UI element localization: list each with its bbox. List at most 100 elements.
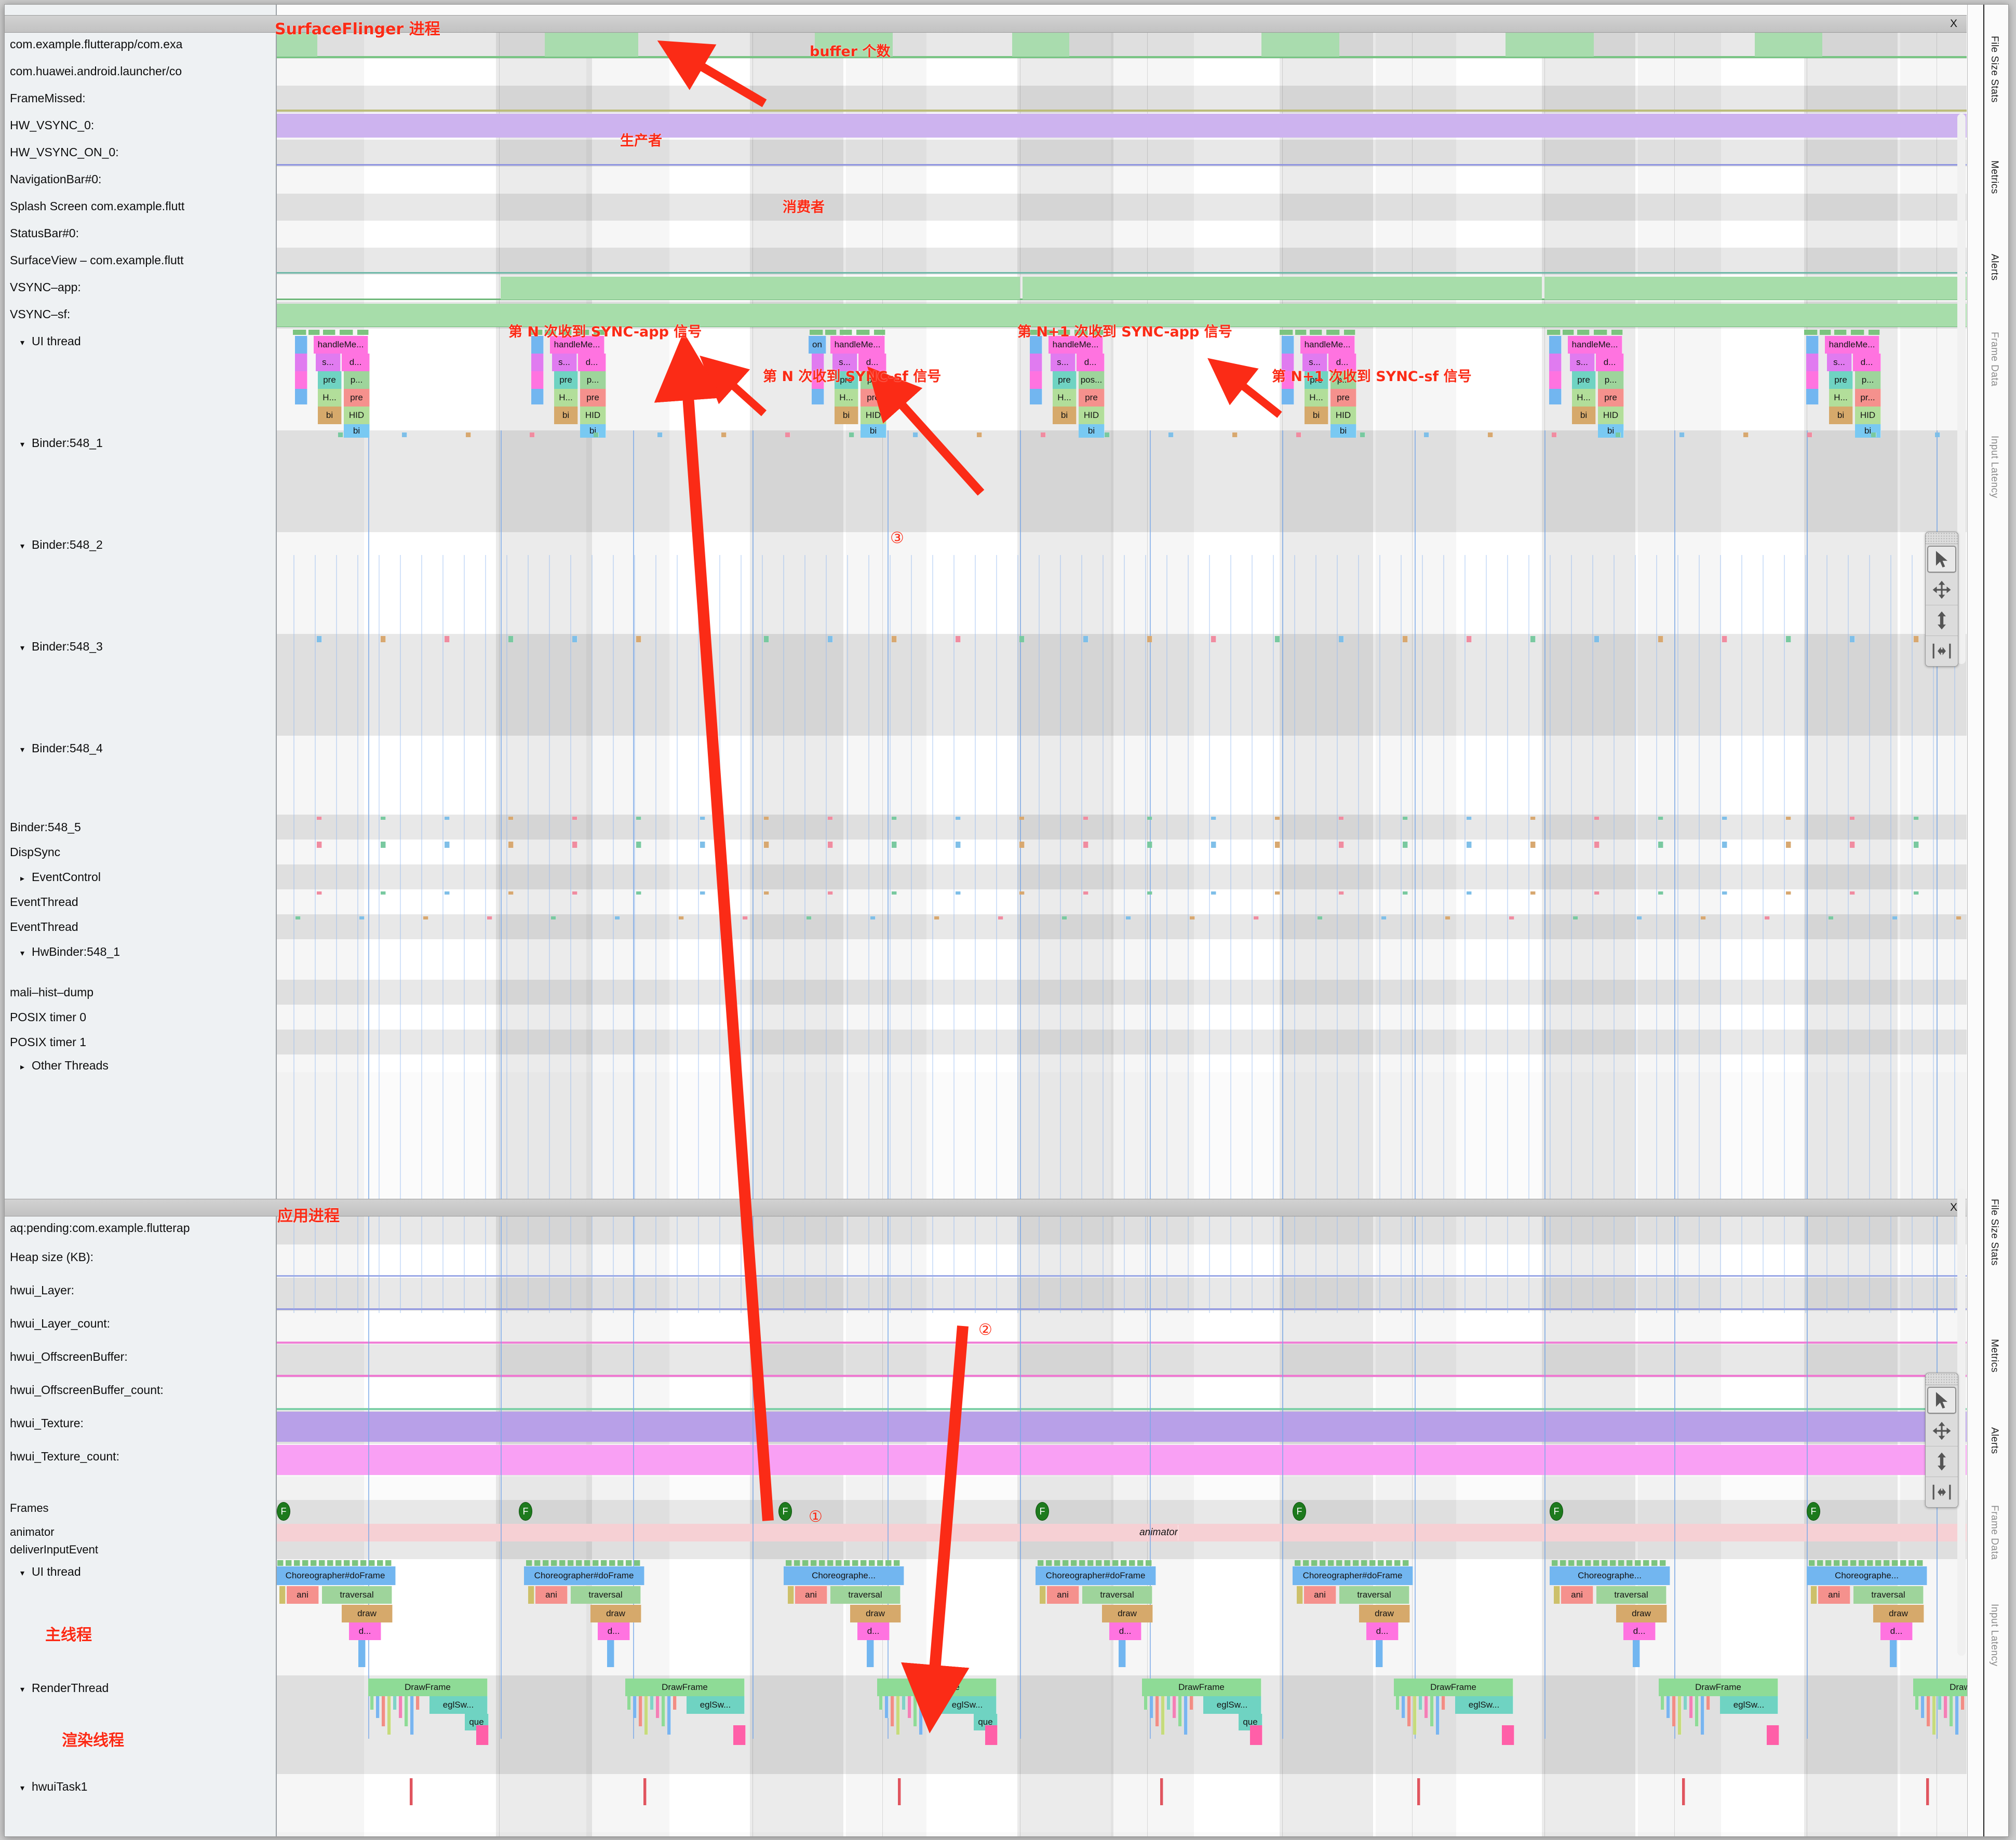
sidebar-app-track-3[interactable]: hwui_Layer_count: bbox=[5, 1313, 275, 1334]
frame-marker-6[interactable]: F bbox=[1807, 1502, 1820, 1521]
sf-ui-burst-5-HID[interactable]: HID bbox=[1598, 407, 1624, 424]
chevron-right-icon[interactable]: ▸ bbox=[20, 1059, 32, 1074]
sf-ui-burst-5-handleMessage[interactable]: handleMe... bbox=[1568, 336, 1622, 354]
sf-ui-burst-4-pre2[interactable]: pre bbox=[1330, 389, 1356, 407]
sf-ui-burst-1-s-blue2[interactable] bbox=[531, 389, 544, 404]
sidebar-track-15[interactable]: ▾Binder:548_4 bbox=[5, 738, 275, 759]
select-tool-bottom[interactable] bbox=[1927, 1387, 1956, 1414]
rail-tab-0[interactable]: File Size Stats bbox=[1988, 36, 2000, 103]
tool-palette-bottom[interactable] bbox=[1925, 1373, 1958, 1508]
rail-tab-3[interactable]: Frame Data bbox=[1988, 332, 2000, 386]
frame-marker-4[interactable]: F bbox=[1293, 1502, 1306, 1521]
render-thread-burst-4-eglswap[interactable]: eglSw... bbox=[1455, 1696, 1513, 1714]
sf-ui-burst-2-pre2[interactable]: pre bbox=[861, 389, 886, 407]
sidebar-track-17[interactable]: DispSync bbox=[5, 842, 275, 862]
sidebar-track-19[interactable]: EventThread bbox=[5, 891, 275, 912]
timeline-canvas[interactable]: XXhandleMe...s...d...prep...H...prebiHID… bbox=[5, 5, 2008, 1836]
sf-ui-burst-6-p[interactable]: p... bbox=[1855, 371, 1881, 389]
render-thread-burst-0-eglswap[interactable]: eglSw... bbox=[429, 1696, 488, 1714]
app-ui-burst-5-animation[interactable]: ani bbox=[1561, 1586, 1593, 1604]
app-ui-burst-4-choreographer[interactable]: Choreographer#doFrame bbox=[1293, 1566, 1413, 1585]
sf-ui-burst-6-s-violet[interactable] bbox=[1806, 354, 1819, 371]
sf-ui-burst-3-bi2[interactable]: bi bbox=[1079, 424, 1105, 438]
render-thread-burst-2-drawframe[interactable]: DrawFrame bbox=[877, 1679, 997, 1696]
chevron-down-icon[interactable]: ▾ bbox=[20, 1680, 32, 1698]
sf-ui-burst-5-d[interactable]: d... bbox=[1596, 354, 1624, 371]
sf-ui-burst-5-s[interactable]: s... bbox=[1570, 354, 1595, 371]
sidebar-track-20[interactable]: EventThread bbox=[5, 916, 275, 937]
app-ui-burst-6-d[interactable]: d... bbox=[1880, 1622, 1913, 1640]
app-ui-burst-5-choreographer[interactable]: Choreographe... bbox=[1550, 1566, 1670, 1585]
sf-ui-burst-6-pre[interactable]: pre bbox=[1829, 371, 1853, 389]
tool-palette-top[interactable] bbox=[1925, 532, 1958, 667]
sidebar-track-3[interactable]: HW_VSYNC_0: bbox=[5, 115, 275, 136]
horizontal-zoom-tool-top[interactable] bbox=[1926, 636, 1958, 666]
rail-tab-lower-0[interactable]: File Size Stats bbox=[1988, 1199, 2000, 1266]
sf-ui-burst-4-bi2[interactable]: bi bbox=[1330, 424, 1356, 438]
sf-ui-burst-0-pre2[interactable]: pre bbox=[344, 389, 370, 407]
app-ui-burst-5-d[interactable]: d... bbox=[1623, 1622, 1656, 1640]
frame-marker-2[interactable]: F bbox=[778, 1502, 792, 1521]
render-thread-burst-4-drawframe[interactable]: DrawFrame bbox=[1394, 1679, 1513, 1696]
sf-ui-burst-3-bi[interactable]: bi bbox=[1053, 407, 1077, 424]
frame-marker-5[interactable]: F bbox=[1550, 1502, 1563, 1521]
sidebar-app-track-0[interactable]: aq:pending:com.example.flutterap bbox=[5, 1217, 275, 1238]
sidebar-track-1[interactable]: com.huawei.android.launcher/co bbox=[5, 61, 275, 82]
sf-ui-burst-3-pre[interactable]: pre bbox=[1053, 371, 1077, 389]
sf-ui-burst-2-s-blue2[interactable] bbox=[812, 389, 824, 404]
sf-ui-burst-0-s[interactable]: s... bbox=[316, 354, 341, 371]
frame-marker-1[interactable]: F bbox=[519, 1502, 532, 1521]
sf-ui-burst-5-p[interactable]: p... bbox=[1598, 371, 1624, 389]
sidebar-track-11[interactable]: ▾UI thread bbox=[5, 331, 275, 351]
sidebar-app-track-10[interactable]: deliverInputEvent bbox=[5, 1541, 275, 1559]
sf-ui-burst-1-s-pink[interactable] bbox=[531, 371, 544, 389]
sidebar-track-5[interactable]: NavigationBar#0: bbox=[5, 169, 275, 190]
sidebar-track-24[interactable]: POSIX timer 1 bbox=[5, 1032, 275, 1052]
sidebar-track-16[interactable]: Binder:548_5 bbox=[5, 817, 275, 837]
sf-ui-burst-3-p[interactable]: pos... bbox=[1079, 371, 1105, 389]
palette-drag-handle[interactable] bbox=[1926, 1373, 1958, 1385]
sf-ui-burst-5-s-blue2[interactable] bbox=[1549, 389, 1562, 404]
sf-ui-burst-3-s-pink[interactable] bbox=[1030, 371, 1042, 389]
right-tab-rail[interactable]: File Size StatsMetricsAlertsFrame DataIn… bbox=[1967, 5, 2008, 1836]
app-ui-burst-2-d[interactable]: d... bbox=[857, 1622, 890, 1640]
palette-drag-handle[interactable] bbox=[1926, 532, 1958, 544]
sf-ui-burst-0-bi2[interactable]: bi bbox=[344, 424, 370, 438]
app-ui-burst-2-choreographer[interactable]: Choreographe... bbox=[784, 1566, 904, 1585]
app-ui-burst-1-d[interactable]: d... bbox=[598, 1622, 630, 1640]
sf-ui-burst-4-bi[interactable]: bi bbox=[1305, 407, 1328, 424]
app-ui-burst-5-traversal[interactable]: traversal bbox=[1596, 1586, 1666, 1604]
sf-ui-burst-0-s-blue1[interactable] bbox=[295, 336, 307, 354]
select-tool-top[interactable] bbox=[1927, 546, 1956, 573]
chevron-down-icon[interactable]: ▾ bbox=[20, 333, 32, 351]
app-ui-burst-4-animation[interactable]: ani bbox=[1304, 1586, 1336, 1604]
sf-ui-burst-1-d[interactable]: d... bbox=[578, 354, 606, 371]
sf-ui-burst-0-pre[interactable]: pre bbox=[318, 371, 342, 389]
sf-ui-burst-0-handleMessage[interactable]: handleMe... bbox=[314, 336, 368, 354]
rail-tab-lower-1[interactable]: Metrics bbox=[1988, 1339, 2000, 1373]
chevron-right-icon[interactable]: ▸ bbox=[20, 869, 32, 887]
sf-ui-burst-0-s-pink[interactable] bbox=[295, 371, 307, 389]
sf-ui-burst-0-HID[interactable]: HID bbox=[344, 407, 370, 424]
sidebar-track-18[interactable]: ▸EventControl bbox=[5, 867, 275, 887]
app-ui-burst-6-animation[interactable]: ani bbox=[1818, 1586, 1850, 1604]
chevron-down-icon[interactable]: ▾ bbox=[20, 1563, 32, 1582]
sidebar-app-track-11[interactable]: ▾UI thread bbox=[5, 1561, 275, 1582]
horizontal-zoom-tool-bottom[interactable] bbox=[1926, 1477, 1958, 1507]
sf-ui-burst-3-d[interactable]: d... bbox=[1077, 354, 1105, 371]
vertical-scrollbar-bottom[interactable] bbox=[1957, 1188, 1966, 1656]
sf-ui-burst-1-pre2[interactable]: pre bbox=[580, 389, 606, 407]
vertical-scrollbar-thumb-top[interactable] bbox=[1957, 114, 1966, 664]
sidebar-app-track-5[interactable]: hwui_OffscreenBuffer_count: bbox=[5, 1379, 275, 1400]
sf-ui-burst-3-pre2[interactable]: pre bbox=[1079, 389, 1105, 407]
frame-marker-3[interactable]: F bbox=[1036, 1502, 1049, 1521]
sf-ui-burst-0-d[interactable]: d... bbox=[342, 354, 370, 371]
sidebar-app-track-12[interactable]: ▾RenderThread bbox=[5, 1677, 275, 1698]
sf-ui-on-slice[interactable]: on bbox=[809, 336, 826, 354]
sf-ui-burst-5-H[interactable]: H... bbox=[1572, 389, 1596, 407]
sidebar-app-track-13[interactable]: ▾hwuiTask1 bbox=[5, 1776, 275, 1797]
sidebar-track-9[interactable]: VSYNC–app: bbox=[5, 277, 275, 297]
sf-ui-burst-6-pre2[interactable]: pr... bbox=[1855, 389, 1881, 407]
rail-tab-2[interactable]: Alerts bbox=[1988, 254, 2000, 281]
sf-ui-burst-6-s[interactable]: s... bbox=[1827, 354, 1852, 371]
